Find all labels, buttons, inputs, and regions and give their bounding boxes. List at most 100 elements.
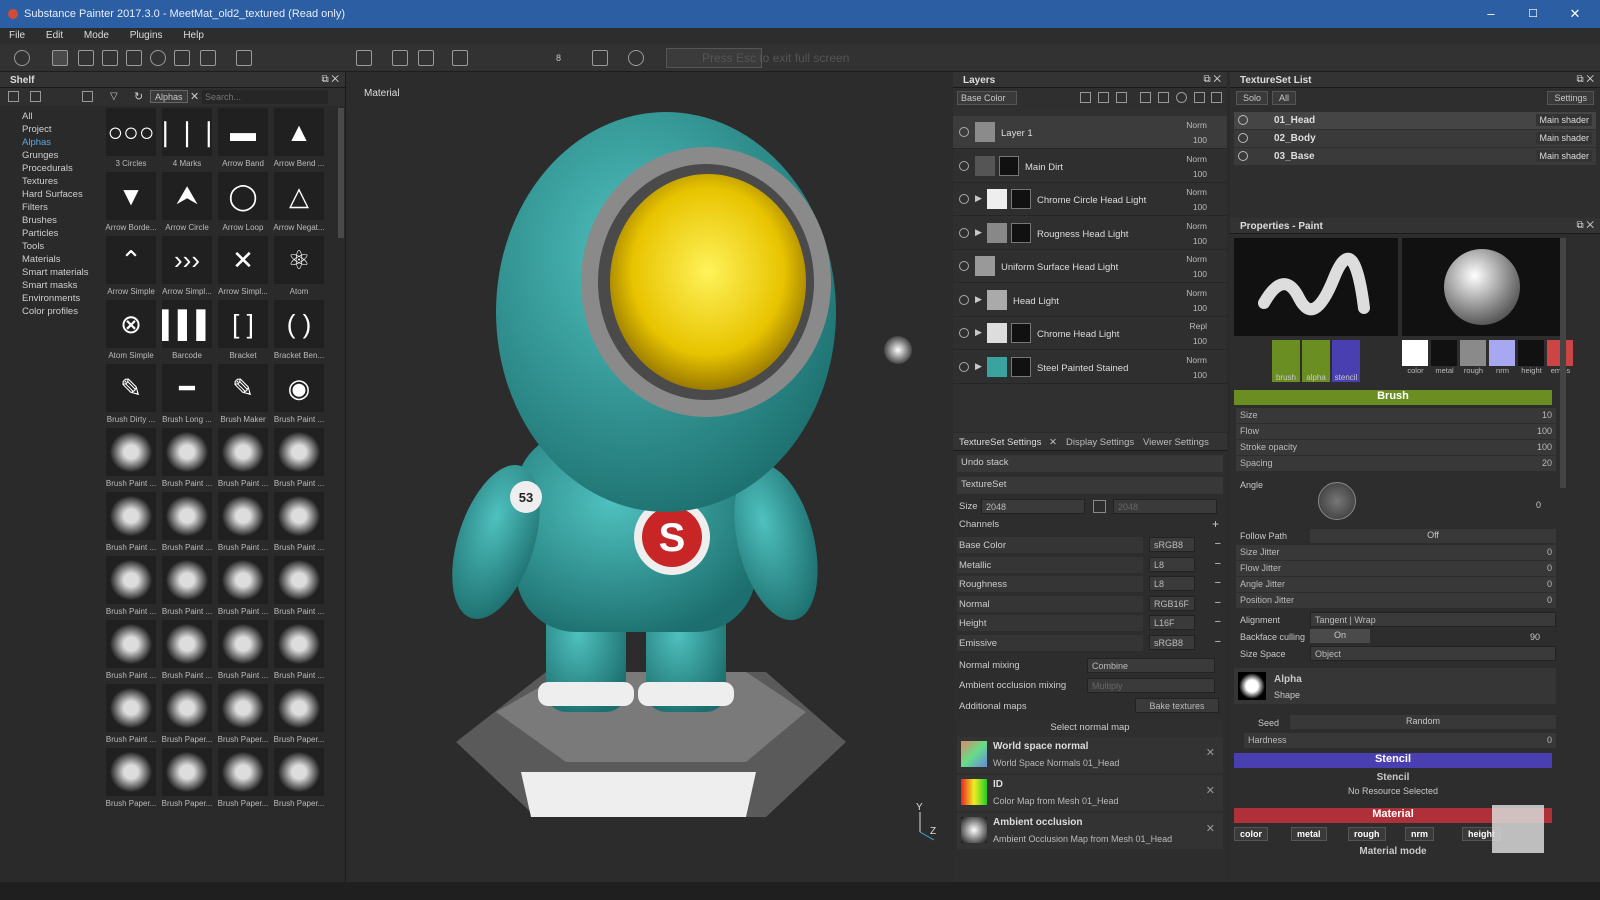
cube-view-icon[interactable] — [418, 50, 434, 66]
stencil-slot[interactable]: stencil — [1332, 340, 1360, 382]
filter-icon[interactable]: ▽ — [110, 91, 118, 102]
tslist-settings-button[interactable]: Settings — [1547, 91, 1594, 105]
bake-textures-button[interactable]: Bake textures — [1135, 698, 1219, 713]
all-button[interactable]: All — [1272, 91, 1297, 105]
shader-select[interactable]: Main shader — [1536, 150, 1592, 162]
shelf-thumbnail[interactable]: ▬ Arrow Band — [216, 108, 270, 170]
blend-mode[interactable]: Repl — [1190, 321, 1207, 331]
visibility-eye-icon[interactable] — [959, 160, 969, 171]
shelf-thumbnail[interactable]: Brush Paper... — [160, 684, 214, 746]
size-space-select[interactable]: Object — [1310, 646, 1556, 661]
remove-map-icon[interactable]: ✕ — [1206, 746, 1215, 759]
shelf-thumbnail[interactable]: Brush Paint ... — [160, 620, 214, 682]
blend-mode[interactable]: Norm — [1186, 187, 1207, 197]
minimize-button[interactable]: – — [1476, 4, 1506, 24]
flow-jitter-slider[interactable]: Flow Jitter 0 — [1236, 561, 1556, 576]
shelf-thumbnail[interactable]: Brush Paint ... — [104, 620, 158, 682]
normal-mixing-select[interactable]: Combine — [1087, 658, 1215, 673]
layer-row[interactable]: Uniform Surface Head Light Norm 100 — [953, 250, 1227, 283]
map-id[interactable]: ID Color Map from Mesh 01_Head ✕ — [957, 775, 1223, 811]
category-project[interactable]: Project — [0, 123, 102, 136]
eraser-tool-icon[interactable] — [78, 50, 94, 66]
visibility-eye-icon[interactable] — [959, 127, 969, 137]
shelf-thumbnail[interactable]: ✕ Arrow Simpl... — [216, 236, 270, 298]
refresh-icon[interactable]: ↻ — [134, 90, 143, 103]
layer-opacity[interactable]: 100 — [1193, 135, 1207, 145]
layer-opacity[interactable]: 100 — [1193, 303, 1207, 313]
shelf-thumbnail[interactable]: Brush Paint ... — [104, 428, 158, 490]
visibility-icon[interactable] — [1238, 133, 1248, 143]
viewport-3d[interactable]: Material S 53 Y Z — [346, 72, 952, 882]
angle-dial[interactable] — [1318, 482, 1356, 520]
add-effect-icon[interactable] — [1080, 92, 1091, 103]
textureset-item[interactable]: 03_Base Main shader — [1234, 148, 1596, 165]
list-view-icon[interactable] — [82, 91, 93, 102]
category-filters[interactable]: Filters — [0, 201, 102, 214]
props-close-icon[interactable]: ⧉ ✕ — [1576, 220, 1594, 231]
material-channel-chip[interactable]: color — [1234, 827, 1269, 841]
remove-channel-icon[interactable]: − — [1215, 558, 1221, 570]
display-mode-icon[interactable] — [392, 50, 408, 66]
shelf-thumbnail[interactable]: ◉ Brush Paint ... — [272, 364, 326, 426]
category-environments[interactable]: Environments — [0, 292, 102, 305]
shelf-thumbnail[interactable]: △ Arrow Negat... — [272, 172, 326, 234]
screenshot-icon[interactable] — [452, 50, 468, 66]
position-jitter-slider[interactable]: Position Jitter 0 — [1236, 593, 1556, 608]
settings-gear-icon[interactable] — [628, 50, 644, 66]
paint-tool-icon[interactable] — [52, 50, 68, 66]
shelf-thumbnail[interactable]: ○○○ 3 Circles — [104, 108, 158, 170]
remove-channel-icon[interactable]: − — [1215, 597, 1221, 609]
material-channel-chip[interactable]: metal — [1291, 827, 1327, 841]
visibility-icon[interactable] — [1238, 115, 1248, 125]
add-layer-icon[interactable] — [1140, 92, 1151, 103]
layer-row[interactable]: ▶ Chrome Circle Head Light Norm 100 — [953, 183, 1227, 216]
shader-select[interactable]: Main shader — [1536, 114, 1592, 126]
remove-channel-icon[interactable]: − — [1215, 577, 1221, 589]
size-slider[interactable]: Size 10 — [1236, 408, 1556, 423]
category-smart-materials[interactable]: Smart materials — [0, 266, 102, 279]
category-brushes[interactable]: Brushes — [0, 214, 102, 227]
layer-row[interactable]: Layer 1 Norm 100 — [953, 116, 1227, 149]
stencil-section-header[interactable]: Stencil — [1234, 753, 1552, 768]
blend-mode[interactable]: Norm — [1186, 288, 1207, 298]
category-color-profiles[interactable]: Color profiles — [0, 305, 102, 318]
remove-filter-icon[interactable]: ✕ — [190, 90, 199, 103]
channel-format-select[interactable]: sRGB8 — [1149, 537, 1195, 552]
tab-close-icon[interactable]: ✕ — [1049, 437, 1057, 448]
expand-folder-icon[interactable]: ▶ — [975, 193, 982, 204]
blend-mode[interactable]: Norm — [1186, 254, 1207, 264]
filter-tag-alphas[interactable]: Alphas — [150, 90, 188, 103]
expand-folder-icon[interactable]: ▶ — [975, 327, 982, 338]
shelf-thumbnail[interactable]: Brush Paint ... — [272, 620, 326, 682]
shelf-thumbnail[interactable]: [ ] Bracket — [216, 300, 270, 362]
shelf-thumbnail[interactable]: Brush Paint ... — [160, 556, 214, 618]
category-textures[interactable]: Textures — [0, 175, 102, 188]
camera-view-icon[interactable] — [356, 50, 372, 66]
shelf-scrollbar[interactable] — [338, 108, 344, 238]
material-picker-icon[interactable] — [200, 50, 216, 66]
shelf-thumbnail[interactable]: ✎ Brush Maker — [216, 364, 270, 426]
lock-icon[interactable] — [1093, 500, 1106, 513]
layer-row[interactable]: ▶ Rougness Head Light Norm 100 — [953, 216, 1227, 250]
category-all[interactable]: All — [0, 110, 102, 123]
duplicate-icon[interactable] — [1194, 92, 1205, 103]
shader-select[interactable]: Main shader — [1536, 132, 1592, 144]
ao-mixing-select[interactable]: Multiply — [1087, 678, 1215, 693]
add-folder-icon[interactable] — [1158, 92, 1169, 103]
layer-row[interactable]: Main Dirt Norm 100 — [953, 149, 1227, 183]
menu-edit[interactable]: Edit — [37, 28, 72, 43]
channel-format-select[interactable]: L8 — [1149, 556, 1195, 572]
hardness-slider[interactable]: Hardness 0 — [1244, 733, 1556, 748]
blend-mode[interactable]: Norm — [1186, 120, 1207, 130]
shelf-thumbnail[interactable]: ⊗ Atom Simple — [104, 300, 158, 362]
remove-channel-icon[interactable]: − — [1215, 538, 1221, 550]
shelf-thumbnail[interactable]: ( ) Bracket Ben... — [272, 300, 326, 362]
material-channel-slot[interactable]: rough — [1460, 340, 1487, 382]
alignment-select[interactable]: Tangent | Wrap — [1310, 612, 1556, 627]
brush-section-header[interactable]: Brush — [1234, 390, 1552, 405]
category-materials[interactable]: Materials — [0, 253, 102, 266]
visibility-eye-icon[interactable] — [959, 361, 969, 372]
shelf-thumbnail[interactable]: ❘❘❘ 4 Marks — [160, 108, 214, 170]
layer-row[interactable]: ▶ Head Light Norm 100 — [953, 283, 1227, 317]
category-hard-surfaces[interactable]: Hard Surfaces — [0, 188, 102, 201]
